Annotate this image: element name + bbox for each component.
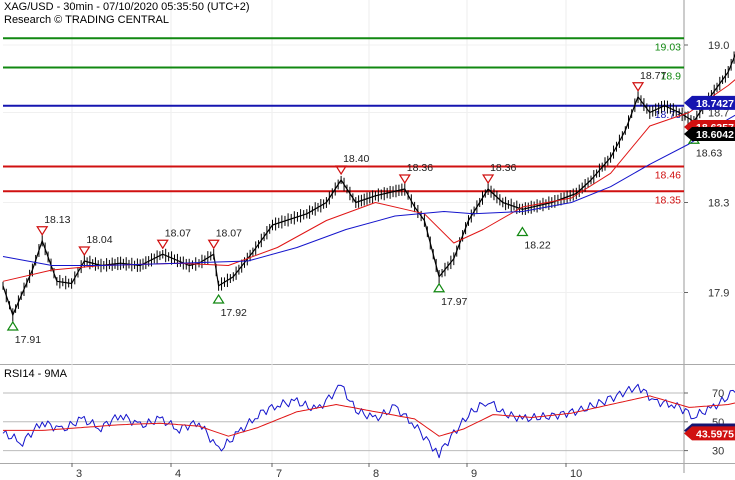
price-tag-label: 18.7427 xyxy=(696,98,734,110)
high-label: 18.04 xyxy=(86,234,112,246)
y-tick-label: 17.9 xyxy=(708,288,729,300)
high-label: 18.13 xyxy=(44,214,70,226)
low-label: 17.91 xyxy=(15,334,41,346)
high-label: 18.07 xyxy=(165,227,191,239)
rsi-y-tick-label: 30 xyxy=(712,446,724,458)
low-label: 17.92 xyxy=(221,307,247,319)
chart-canvas: 19.0318.918.7318.4618.35 18.1317.9118.04… xyxy=(0,0,735,480)
high-label: 18.07 xyxy=(216,227,242,239)
low-label: 18.22 xyxy=(524,240,550,252)
y-tick-label: 18.3 xyxy=(708,198,729,210)
level-label: 18.35 xyxy=(655,194,681,206)
x-tick-label: 7 xyxy=(276,468,282,480)
rsi-title: RSI14 - 9MA xyxy=(4,368,67,380)
x-tick-label: 4 xyxy=(175,468,181,480)
high-label: 18.40 xyxy=(343,153,369,165)
low-label: 18.63 xyxy=(696,147,722,159)
chart-title: XAG/USD - 30min - 07/10/2020 05:35:50 (U… xyxy=(4,1,250,13)
high-label: 18.36 xyxy=(490,162,516,174)
low-label: 17.97 xyxy=(441,296,467,308)
level-label: 19.03 xyxy=(655,41,681,53)
x-tick-label: 9 xyxy=(471,468,477,480)
x-tick-label: 10 xyxy=(570,468,582,480)
high-label: 18.36 xyxy=(407,162,433,174)
price-tag-label: 18.6042 xyxy=(696,129,734,141)
x-tick-label: 8 xyxy=(373,468,379,480)
chart-subtitle: Research © TRADING CENTRAL xyxy=(4,14,169,26)
level-label: 18.46 xyxy=(655,170,681,182)
x-tick-label: 3 xyxy=(76,468,82,480)
rsi-value-tag-label: 43.5975 xyxy=(696,428,734,440)
high-label: 18.77 xyxy=(640,70,666,82)
y-tick-label: 19.0 xyxy=(708,40,729,52)
